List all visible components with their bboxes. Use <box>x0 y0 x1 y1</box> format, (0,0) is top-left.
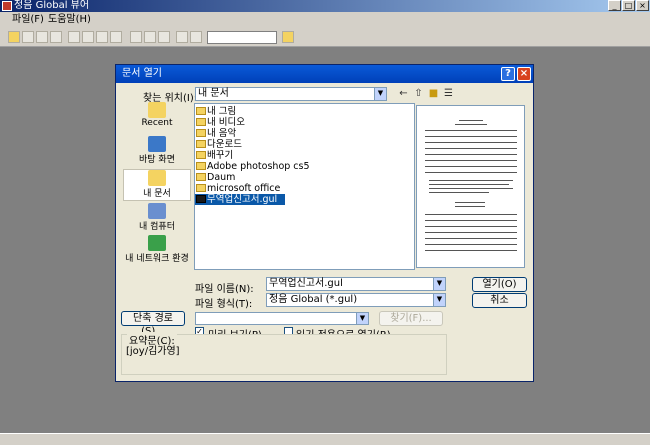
my-documents-icon <box>148 170 166 186</box>
summary-box: 요약문(C): [joy/김가영] <box>121 332 447 375</box>
filetype-value: 정음 Global (*.gul) <box>269 294 358 305</box>
document-thumbnail <box>425 118 517 253</box>
chevron-down-icon[interactable]: ▼ <box>374 88 386 100</box>
place-network[interactable]: 내 네트워크 환경 <box>123 235 191 267</box>
folder-icon[interactable] <box>282 31 294 43</box>
dialog-close-icon[interactable]: × <box>517 67 531 81</box>
menu-file[interactable]: 파일(F) <box>12 12 44 28</box>
zoom-out-icon[interactable] <box>190 31 202 43</box>
place-my-documents[interactable]: 내 문서 <box>123 169 191 201</box>
list-item[interactable]: 배꾸기 <box>195 150 233 161</box>
minimize-icon[interactable]: _ <box>608 0 621 11</box>
list-item[interactable]: microsoft office <box>195 183 280 194</box>
filetype-combo[interactable]: 정음 Global (*.gul) ▼ <box>266 293 446 307</box>
recent-icon <box>148 102 166 118</box>
places-bar: Recent 바탕 화면 내 문서 내 컴퓨터 내 네트워크 환경 <box>123 102 191 270</box>
list-item[interactable]: 내 음악 <box>195 128 236 139</box>
filename-value: 무역업신고서.gul <box>269 278 343 289</box>
app-title: 정음 Global 뷰어 <box>14 0 90 11</box>
last-page-icon[interactable] <box>110 31 122 43</box>
place-recent[interactable]: Recent <box>123 102 191 134</box>
open-folder-icon[interactable] <box>8 31 20 43</box>
place-my-computer[interactable]: 내 컴퓨터 <box>123 203 191 235</box>
file-list[interactable]: 내 그림 내 비디오 내 음악 다운로드 배꾸기 Adobe photoshop… <box>194 103 415 270</box>
place-label: 내 문서 <box>143 189 171 199</box>
place-label: 내 컴퓨터 <box>139 222 175 232</box>
help-icon[interactable]: ? <box>501 67 515 81</box>
find-button[interactable]: 찾기(F)... <box>379 311 443 326</box>
page-view-icon[interactable] <box>130 31 142 43</box>
list-item-selected[interactable]: 무역업신고서.gul <box>195 194 285 205</box>
desktop-icon <box>148 136 166 152</box>
up-folder-icon[interactable]: ⇧ <box>412 88 425 100</box>
view-menu-icon[interactable]: ☰ <box>442 88 455 100</box>
prev-page-icon[interactable] <box>82 31 94 43</box>
filename-label: 파일 이름(N): <box>195 284 254 295</box>
zoom-combo[interactable] <box>207 31 277 44</box>
folder-icon <box>196 162 206 170</box>
my-computer-icon <box>148 203 166 219</box>
page-width-icon[interactable] <box>144 31 156 43</box>
list-item[interactable]: Adobe photoshop cs5 <box>195 161 310 172</box>
cancel-button[interactable]: 취소 <box>472 293 527 308</box>
place-label: Recent <box>141 118 173 128</box>
open-button[interactable]: 열기(O) <box>472 277 527 292</box>
folder-icon <box>196 151 206 159</box>
shortcut-combo[interactable]: ▼ <box>195 312 369 325</box>
open-dialog: 문서 열기 ? × 찾는 위치(I): 내 문서 ▼ ← ⇧ ■ ☰ Recen… <box>115 64 534 382</box>
undo-icon[interactable] <box>158 31 170 43</box>
lookin-value: 내 문서 <box>198 88 229 99</box>
place-label: 바탕 화면 <box>139 155 175 165</box>
folder-icon <box>196 184 206 192</box>
filename-field[interactable]: 무역업신고서.gul ▼ <box>266 277 446 291</box>
lookin-combo[interactable]: 내 문서 ▼ <box>195 87 387 101</box>
preview-pane <box>416 105 525 268</box>
status-bar <box>0 433 650 445</box>
folder-icon <box>196 140 206 148</box>
folder-icon <box>196 173 206 181</box>
maximize-icon[interactable]: □ <box>622 0 635 11</box>
next-page-icon[interactable] <box>96 31 108 43</box>
dialog-title-bar: 문서 열기 ? × <box>116 65 533 83</box>
network-icon <box>148 235 166 251</box>
chevron-down-icon[interactable]: ▼ <box>433 278 445 290</box>
print-preview-icon[interactable] <box>36 31 48 43</box>
list-item[interactable]: 다운로드 <box>195 139 242 150</box>
print-icon[interactable] <box>22 31 34 43</box>
summary-value: [joy/김가영] <box>126 346 180 357</box>
folder-icon <box>196 129 206 137</box>
folder-icon <box>196 107 206 115</box>
shortcut-button[interactable]: 단축 경로(S)... <box>121 311 185 337</box>
place-desktop[interactable]: 바탕 화면 <box>123 136 191 168</box>
menu-bar: 파일(F) 도움말(H) <box>0 12 650 28</box>
chevron-down-icon[interactable]: ▼ <box>433 294 445 306</box>
document-icon <box>196 195 206 203</box>
dialog-title: 문서 열기 <box>122 68 162 79</box>
place-label: 내 네트워크 환경 <box>125 254 189 264</box>
toolbar <box>0 28 650 47</box>
find-icon[interactable] <box>50 31 62 43</box>
chevron-down-icon[interactable]: ▼ <box>356 313 368 324</box>
list-item[interactable]: 내 그림 <box>195 106 236 117</box>
app-icon <box>2 1 12 11</box>
back-icon[interactable]: ← <box>397 88 410 100</box>
folder-icon <box>196 118 206 126</box>
filetype-label: 파일 형식(T): <box>195 299 253 310</box>
close-icon[interactable]: × <box>636 0 649 11</box>
list-item[interactable]: Daum <box>195 172 235 183</box>
app-title-bar: 정음 Global 뷰어 _ □ × <box>0 0 650 12</box>
zoom-in-icon[interactable] <box>176 31 188 43</box>
first-page-icon[interactable] <box>68 31 80 43</box>
list-item[interactable]: 내 비디오 <box>195 117 245 128</box>
menu-help[interactable]: 도움말(H) <box>48 12 91 28</box>
new-folder-icon[interactable]: ■ <box>427 88 440 100</box>
